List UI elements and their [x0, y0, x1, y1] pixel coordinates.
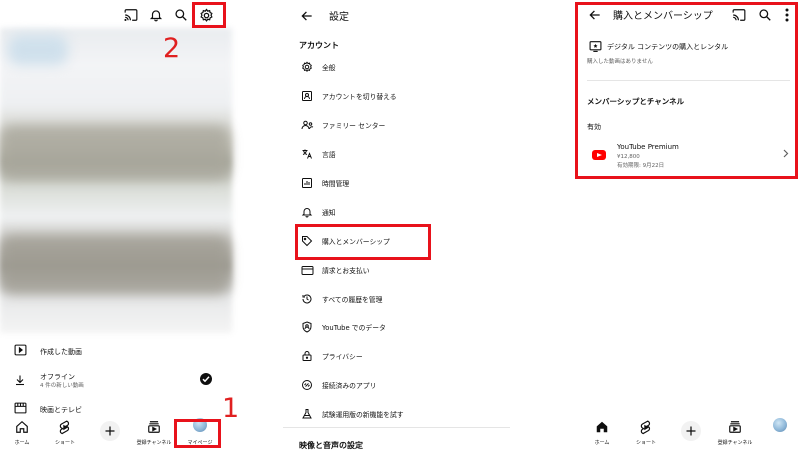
page-title: 設定 [329, 12, 349, 23]
settings-item[interactable]: アカウントを切り替える [283, 85, 510, 107]
history-icon [299, 291, 315, 307]
nav-subscriptions[interactable]: 登録チャンネル [134, 412, 174, 450]
settings-item-label: 通知 [322, 209, 336, 217]
nav-label: ショート [635, 440, 656, 446]
mypage-screen: 作成した動画 オフライン 4 件の新しい動画 映画とテレビ ホーム ショート 登… [0, 0, 245, 450]
settings-item[interactable]: 時間管理 [283, 172, 510, 194]
divider [283, 427, 510, 428]
home-filled-icon [594, 419, 610, 435]
purchases-screen: 購入とメンバーシップ デジタル コンテンツの購入とレンタル 購入した動画はありま… [570, 0, 800, 450]
settings-item-label: 時間管理 [322, 180, 350, 188]
search-icon[interactable] [173, 7, 189, 23]
nav-home[interactable]: ホーム [582, 412, 622, 450]
credit-card-icon [299, 262, 315, 278]
check-circle-icon [200, 373, 212, 385]
nav-label: ホーム [14, 440, 30, 446]
step-number-2: 2 [163, 33, 181, 64]
settings-item-label: 請求とお支払い [322, 267, 370, 275]
settings-item[interactable]: YouTube でのデータ [283, 316, 510, 338]
link-icon [299, 377, 315, 393]
section-heading-account: アカウント [299, 41, 339, 50]
settings-item[interactable]: 言語 [283, 143, 510, 165]
blurred-thumbnail [8, 35, 68, 65]
blurred-thumbnail [0, 125, 230, 180]
avatar [773, 418, 787, 432]
lock-icon [299, 348, 315, 364]
gear-icon [299, 59, 315, 75]
list-item-subtext: 4 件の新しい動画 [40, 383, 84, 389]
settings-item-label: アカウントを切り替える [322, 93, 397, 101]
list-item-offline[interactable]: オフライン 4 件の新しい動画 [0, 366, 232, 392]
highlight-purchases-page [575, 2, 798, 179]
bottom-nav: ホーム ショート 登録チャンネル [570, 412, 800, 450]
list-item-created-videos[interactable]: 作成した動画 [0, 338, 232, 362]
highlight-purchases-item [295, 224, 431, 260]
subscriptions-icon [727, 419, 743, 435]
family-icon [299, 117, 315, 133]
nav-label: 登録チャンネル [136, 440, 172, 446]
nav-mypage[interactable] [760, 412, 800, 450]
list-item-label: 作成した動画 [40, 348, 82, 356]
cast-icon[interactable] [123, 7, 139, 23]
back-arrow-icon[interactable] [299, 8, 315, 24]
home-icon [14, 419, 30, 435]
nav-label: 登録チャンネル [717, 440, 753, 446]
settings-item[interactable]: 接続済みのアプリ [283, 374, 510, 396]
plus-circle-icon [681, 421, 701, 441]
highlight-settings-gear [192, 2, 226, 28]
settings-item[interactable]: プライバシー [283, 345, 510, 367]
nav-home[interactable]: ホーム [2, 412, 42, 450]
settings-item-label: 試験運用版の新機能を試す [322, 411, 404, 419]
nav-shorts[interactable]: ショート [626, 412, 666, 450]
settings-item-label: 言語 [322, 151, 336, 159]
settings-item[interactable]: すべての履歴を管理 [283, 288, 510, 310]
play-box-icon [12, 342, 28, 358]
nav-create[interactable] [671, 412, 711, 450]
shorts-icon [57, 419, 73, 435]
bar-chart-icon [299, 175, 315, 191]
plus-circle-icon [100, 421, 120, 441]
settings-item-label: YouTube でのデータ [322, 324, 386, 332]
switch-account-icon [299, 88, 315, 104]
flask-icon [299, 406, 315, 422]
translate-icon [299, 146, 315, 162]
settings-item[interactable]: 試験運用版の新機能を試す [283, 403, 510, 425]
nav-label: ホーム [594, 440, 610, 446]
settings-item[interactable]: 請求とお支払い [283, 259, 510, 281]
nav-create[interactable] [90, 412, 130, 450]
download-icon [12, 372, 28, 388]
bell-icon[interactable] [148, 7, 164, 23]
shorts-icon [638, 419, 654, 435]
blurred-thumbnail [0, 235, 230, 295]
nav-shorts[interactable]: ショート [45, 412, 85, 450]
settings-item[interactable]: 通知 [283, 201, 510, 223]
settings-screen: 設定 アカウント 全般アカウントを切り替える ファミリー センター 言語時間管理通知… [283, 0, 510, 450]
nav-label: ショート [54, 440, 75, 446]
settings-item[interactable]: ファミリー センター [283, 114, 510, 136]
settings-item[interactable]: 全般 [283, 56, 510, 78]
settings-item-label: プライバシー [322, 353, 363, 361]
header: 設定 [283, 0, 510, 30]
highlight-mypage-tab [174, 419, 221, 448]
settings-item-label: すべての履歴を管理 [322, 296, 383, 304]
shield-person-icon [299, 319, 315, 335]
settings-item-label: 接続済みのアプリ [322, 382, 377, 390]
nav-subscriptions[interactable]: 登録チャンネル [715, 412, 755, 450]
bell-icon [299, 204, 315, 220]
subscriptions-icon [146, 419, 162, 435]
section-heading-video-audio: 映像と音声の設定 [299, 441, 363, 450]
settings-item-label: ファミリー センター [322, 122, 386, 130]
step-number-1: 1 [222, 393, 240, 424]
settings-item-label: 全般 [322, 64, 336, 72]
